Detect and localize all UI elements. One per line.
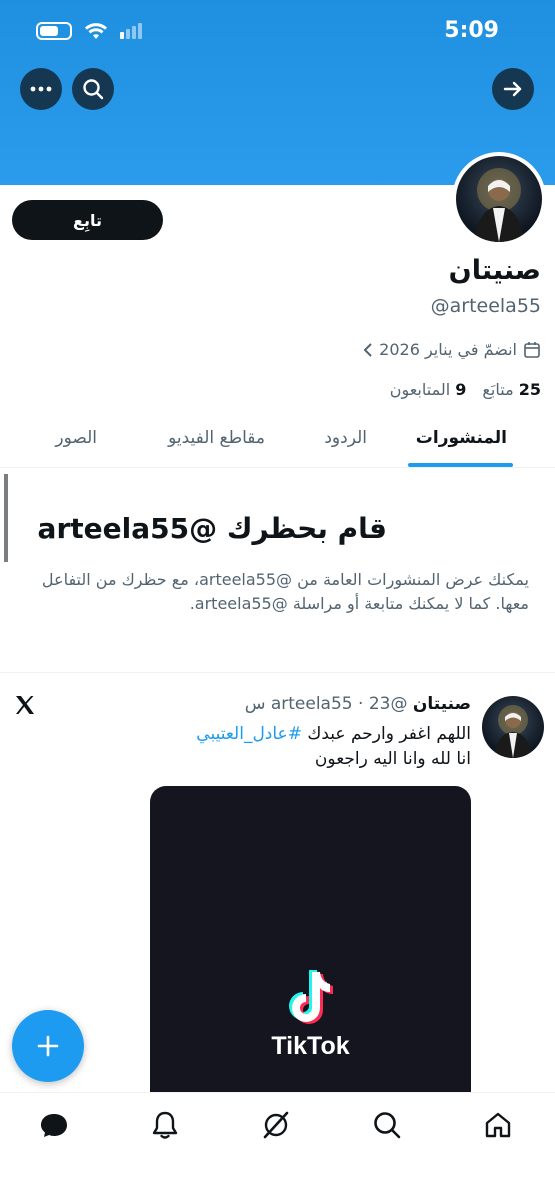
following-link[interactable]: 25 متابَع bbox=[482, 380, 541, 399]
tweet-media[interactable]: TikTok bbox=[150, 786, 471, 1116]
tab-posts[interactable]: المنشورات bbox=[416, 428, 507, 448]
tiktok-icon bbox=[282, 968, 338, 1032]
tab-videos[interactable]: مقاطع الفيديو bbox=[168, 428, 265, 448]
blocked-description: يمكنك عرض المنشورات العامة من @arteela55… bbox=[41, 570, 529, 613]
battery-icon bbox=[36, 22, 72, 40]
tab-photos[interactable]: الصور bbox=[55, 428, 97, 448]
followers-label: المتابعون bbox=[389, 380, 451, 399]
profile-handle: @arteela55 bbox=[430, 295, 541, 317]
notifications-icon bbox=[152, 1111, 178, 1139]
x-logo-icon bbox=[14, 694, 36, 720]
followers-link[interactable]: 9 المتابعون bbox=[390, 380, 467, 399]
tweet-author-name[interactable]: صنيتان bbox=[413, 694, 471, 714]
more-icon bbox=[30, 86, 52, 92]
search-icon bbox=[374, 1112, 401, 1139]
scroll-indicator bbox=[4, 474, 8, 562]
tweet-avatar[interactable] bbox=[482, 696, 544, 758]
media-label: TikTok bbox=[271, 1032, 350, 1060]
nav-search[interactable] bbox=[371, 1109, 403, 1141]
status-bar: 5:09 bbox=[0, 14, 555, 50]
chevron-left-icon bbox=[363, 342, 372, 357]
home-icon bbox=[485, 1112, 511, 1138]
nav-notifications[interactable] bbox=[149, 1109, 181, 1141]
search-button[interactable] bbox=[72, 68, 114, 110]
plus-icon bbox=[37, 1035, 59, 1057]
profile-tabs: المنشورات الردود مقاطع الفيديو الصور bbox=[0, 418, 555, 468]
more-button[interactable] bbox=[20, 68, 62, 110]
wifi-icon bbox=[84, 22, 108, 40]
tweet-header: صنيتان @arteela55 · 23 س bbox=[245, 694, 471, 714]
profile-avatar[interactable] bbox=[452, 152, 546, 246]
calendar-icon bbox=[524, 341, 540, 358]
profile-name: صنيتان bbox=[448, 255, 541, 286]
divider bbox=[0, 672, 555, 673]
blocked-title: قام بحظرك @arteela55 bbox=[37, 512, 387, 545]
joined-label: انضمّ في يناير 2026 bbox=[379, 340, 517, 359]
nav-messages[interactable] bbox=[38, 1109, 70, 1141]
grok-icon bbox=[263, 1111, 289, 1139]
tweet-text: اللهم اغفر وارحم عبدك #عادل_العتيبي انا … bbox=[196, 722, 471, 772]
nav-grok[interactable] bbox=[260, 1109, 292, 1141]
tweet-line-1-text: اللهم اغفر وارحم عبدك bbox=[301, 724, 471, 744]
status-icons bbox=[36, 22, 146, 40]
arrow-right-icon bbox=[503, 81, 522, 97]
following-count: 25 bbox=[518, 380, 541, 399]
bottom-navigation bbox=[0, 1092, 555, 1200]
search-icon bbox=[83, 79, 104, 100]
tweet-line-1: اللهم اغفر وارحم عبدك #عادل_العتيبي bbox=[196, 722, 471, 747]
followers-count: 9 bbox=[455, 380, 467, 399]
tweet-hashtag[interactable]: #عادل_العتيبي bbox=[196, 724, 302, 744]
active-tab-indicator bbox=[408, 463, 513, 467]
nav-home[interactable] bbox=[482, 1109, 514, 1141]
back-button[interactable] bbox=[492, 68, 534, 110]
tweet-meta: @arteela55 · 23 س bbox=[244, 694, 408, 714]
tweet-line-2: انا لله وانا اليه راجعون bbox=[314, 749, 471, 769]
cellular-signal-icon bbox=[120, 23, 146, 39]
following-label: متابَع bbox=[482, 380, 514, 399]
joined-date: انضمّ في يناير 2026 bbox=[363, 340, 541, 359]
follow-counts: 25 متابَع 9 المتابعون bbox=[390, 380, 541, 399]
messages-icon bbox=[41, 1114, 67, 1137]
status-time: 5:09 bbox=[444, 18, 499, 43]
avatar-image bbox=[456, 156, 542, 242]
tab-replies[interactable]: الردود bbox=[324, 428, 367, 448]
follow-button[interactable]: تابِع bbox=[12, 200, 163, 240]
compose-button[interactable] bbox=[12, 1010, 84, 1082]
